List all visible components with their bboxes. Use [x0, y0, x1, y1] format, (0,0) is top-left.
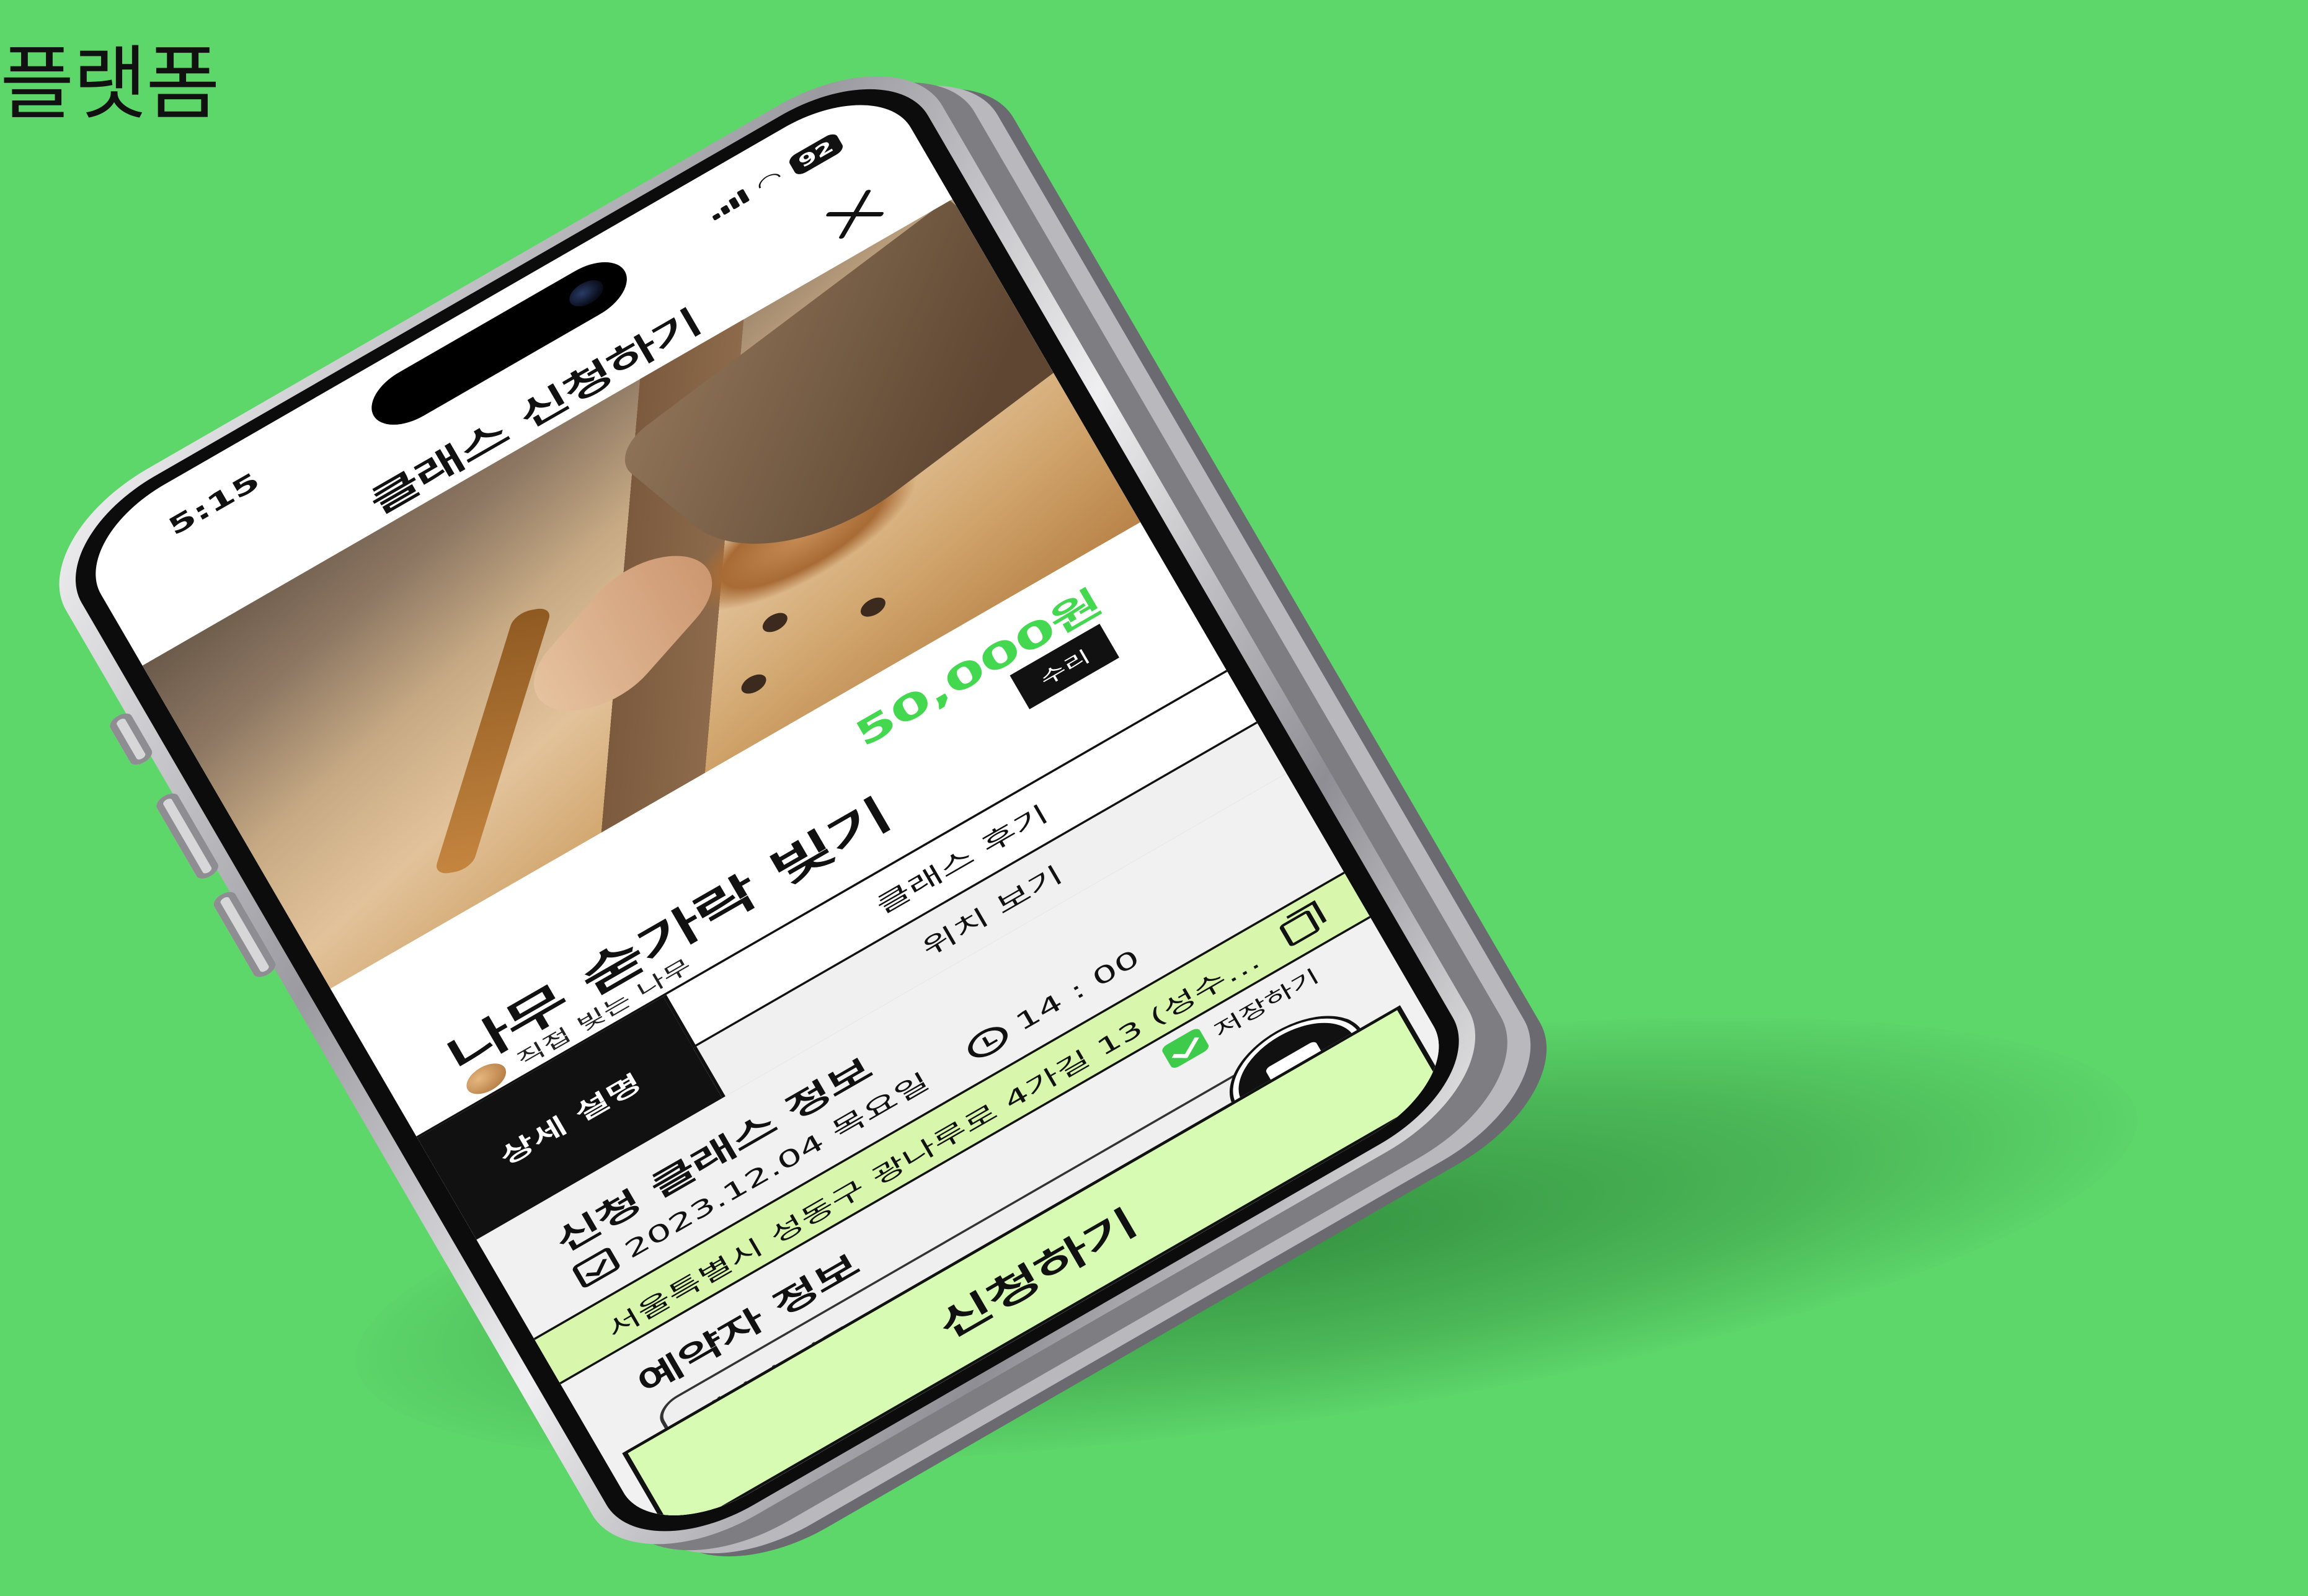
battery-icon: 92	[786, 131, 845, 177]
front-camera-icon	[565, 275, 608, 312]
hero-hole	[759, 609, 791, 636]
corner-heading: 플랫폼	[0, 37, 220, 131]
mute-switch	[107, 709, 156, 769]
signal-icon	[708, 188, 750, 221]
hero-hole	[738, 670, 770, 698]
copy-icon[interactable]	[1278, 909, 1321, 947]
hero-hole	[857, 593, 889, 621]
hero-chisel	[433, 606, 553, 876]
wifi-icon: ◠	[752, 164, 787, 198]
clock-icon	[963, 1020, 1013, 1064]
